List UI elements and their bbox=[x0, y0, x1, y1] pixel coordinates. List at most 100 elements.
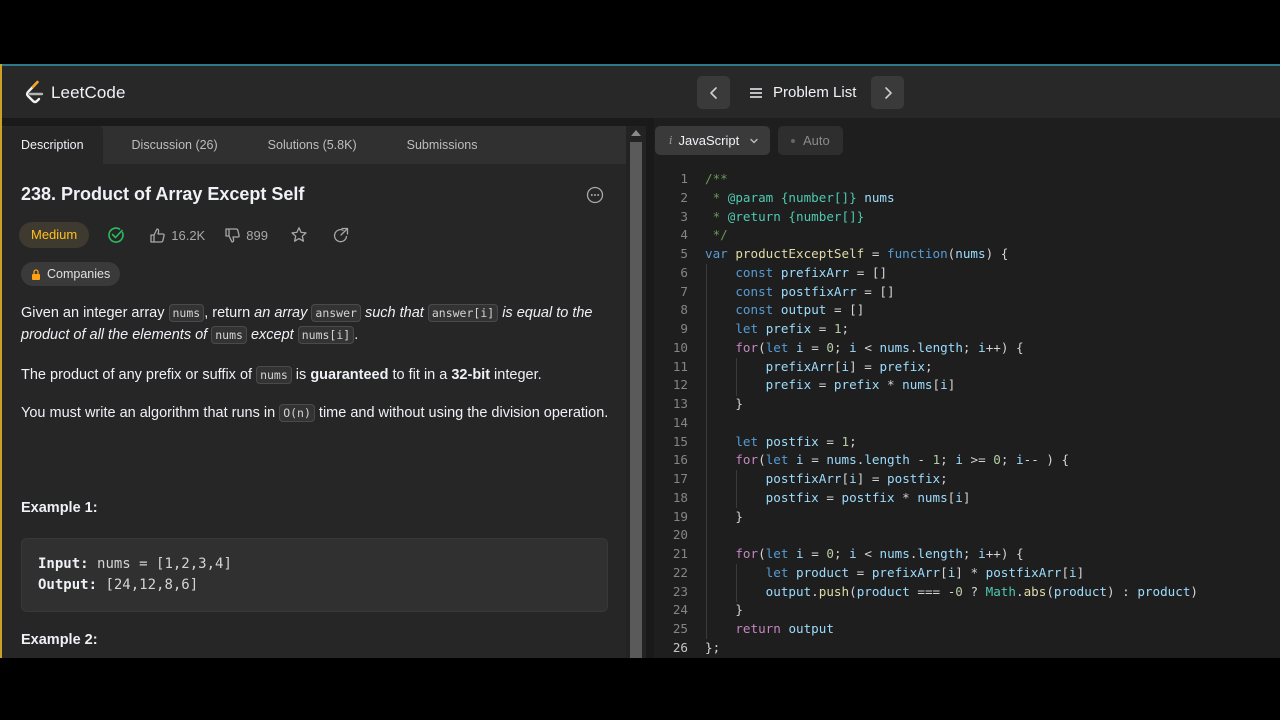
code-line: 2 * @param {number[]} nums bbox=[680, 189, 895, 205]
lock-icon bbox=[32, 268, 40, 280]
code-line: 9 let prefix = 1; bbox=[680, 321, 850, 336]
text: You must write an algorithm that runs in bbox=[21, 405, 280, 421]
problem-list-label: Problem List bbox=[773, 84, 857, 101]
code-line: 13 } bbox=[672, 396, 743, 411]
tab-bar: Description Discussion (26) Solutions (5… bbox=[2, 126, 626, 164]
chevron-left-icon bbox=[709, 86, 717, 99]
inline-code: answer bbox=[311, 304, 361, 322]
like-count: 16.2K bbox=[171, 227, 206, 243]
companies-button[interactable]: Companies bbox=[21, 262, 121, 286]
difficulty-badge: Medium bbox=[19, 222, 90, 248]
inline-code: answer[i] bbox=[427, 304, 499, 322]
inline-code: O(n) bbox=[279, 404, 315, 422]
description-paragraph-2: The product of any prefix or suffix of n… bbox=[21, 364, 611, 386]
auto-mode-label: Auto bbox=[803, 133, 830, 148]
brand-name: LeetCode bbox=[51, 83, 126, 102]
text: is bbox=[291, 367, 311, 383]
example-input-row: Input: nums = [1,2,3,4] bbox=[38, 554, 591, 575]
code-line: 11 prefixArr[i] = prefix; bbox=[672, 358, 933, 374]
example-1-title: Example 1: bbox=[21, 500, 98, 516]
auto-mode-button[interactable]: Auto bbox=[778, 126, 843, 155]
code-line: 6 const prefixArr = [] bbox=[680, 264, 888, 280]
example-1-box: Input: nums = [1,2,3,4] Output: [24,12,8… bbox=[21, 538, 608, 612]
inline-code: nums[i] bbox=[297, 326, 355, 344]
text: , return bbox=[204, 305, 255, 321]
code-area[interactable]: 1/** 2 * @param {number[]} nums 3 * @ret… bbox=[654, 170, 1280, 658]
tab-submissions[interactable]: Submissions bbox=[388, 126, 497, 164]
example-input: nums = [1,2,3,4] bbox=[97, 556, 232, 572]
code-line: 4 */ bbox=[680, 227, 728, 243]
left-accent-line bbox=[0, 64, 2, 658]
chevron-right-icon bbox=[884, 86, 892, 99]
code-line: 19 } bbox=[672, 508, 743, 524]
navbar: LeetCode Problem List bbox=[2, 66, 1280, 118]
text: time and without using the division oper… bbox=[314, 405, 609, 421]
logo[interactable]: LeetCode bbox=[24, 80, 126, 106]
example-output: [24,12,8,6] bbox=[105, 577, 199, 593]
scroll-up-arrow-icon[interactable] bbox=[631, 130, 641, 136]
language-label: JavaScript bbox=[678, 133, 740, 148]
code-line: 8 const output = [] bbox=[680, 302, 865, 318]
prev-problem-button[interactable] bbox=[697, 76, 730, 109]
text: to fit in a bbox=[388, 367, 452, 383]
problem-title: 238. Product of Array Except Self bbox=[21, 184, 305, 204]
more-options-icon[interactable] bbox=[586, 186, 604, 204]
description-paragraph-1: Given an integer array nums, return an a… bbox=[21, 302, 611, 346]
inline-code: nums bbox=[256, 366, 292, 384]
code-line: 7 const postfixArr = [] bbox=[680, 283, 895, 299]
thumbs-up-icon bbox=[150, 227, 166, 243]
code-editor-panel: i JavaScript Auto 1/** 2 * @param {numbe… bbox=[654, 118, 1280, 658]
code-line: 3 * @return {number[]} bbox=[680, 208, 865, 224]
thumbs-down-icon bbox=[225, 227, 241, 243]
tab-discussion[interactable]: Discussion (26) bbox=[113, 126, 237, 164]
description-paragraph-3: You must write an algorithm that runs in… bbox=[21, 402, 611, 424]
bold-text: 32-bit bbox=[451, 367, 491, 383]
language-select[interactable]: i JavaScript bbox=[655, 126, 771, 155]
scroll-thumb[interactable] bbox=[630, 142, 642, 658]
output-label: Output: bbox=[38, 577, 98, 593]
code-line: 22 let product = prefixArr[i] * postfixA… bbox=[672, 564, 1085, 580]
editor-toolbar: i JavaScript Auto bbox=[654, 118, 1280, 164]
code-line: 1/** bbox=[680, 171, 728, 186]
code-line: 12 prefix = prefix * nums[i] bbox=[672, 377, 956, 393]
chevron-down-icon bbox=[750, 138, 758, 143]
problem-meta: Medium 16.2K 899 bbox=[19, 222, 349, 248]
problem-list-button[interactable]: Problem List bbox=[749, 76, 856, 109]
companies-label: Companies bbox=[47, 267, 111, 281]
dislike-count: 899 bbox=[246, 227, 268, 243]
example-output-row: Output: [24,12,8,6] bbox=[38, 575, 591, 596]
description-scrollbar[interactable] bbox=[626, 126, 646, 658]
app-window: LeetCode Problem List Description Discus… bbox=[0, 64, 1280, 658]
current-line-number: 26 bbox=[672, 639, 688, 655]
tab-solutions[interactable]: Solutions (5.8K) bbox=[249, 126, 376, 164]
code-line: 5 var productExceptSelf = function(nums) … bbox=[680, 246, 1009, 261]
list-icon bbox=[750, 87, 762, 98]
dislike-button[interactable]: 899 bbox=[224, 227, 268, 244]
input-label: Input: bbox=[38, 556, 89, 572]
code-line: 18 postfix = postfix * nums[i] bbox=[672, 489, 971, 505]
code-line: 17 postfixArr[i] = postfix; bbox=[672, 471, 948, 486]
code-line: 10 for(let i = 0; i < nums.length; i++) … bbox=[672, 339, 1024, 355]
text: The product of any prefix or suffix of bbox=[21, 367, 257, 383]
text: integer. bbox=[490, 367, 542, 383]
tab-description[interactable]: Description bbox=[2, 126, 103, 164]
emphasis-text: an array bbox=[254, 305, 308, 321]
panel-resize-handle[interactable] bbox=[646, 126, 654, 658]
code-line: 25 return output bbox=[672, 621, 834, 636]
code-line: 16 for(let i = nums.length - 1; i >= 0; … bbox=[672, 452, 1070, 468]
info-icon: i bbox=[669, 134, 673, 147]
text: Given an integer array bbox=[21, 305, 169, 321]
emphasis-text: except bbox=[250, 327, 294, 343]
share-icon[interactable] bbox=[332, 227, 349, 244]
emphasis-text: such that bbox=[364, 305, 424, 321]
description-panel: Description Discussion (26) Solutions (5… bbox=[2, 126, 626, 658]
next-problem-button[interactable] bbox=[871, 76, 904, 109]
code-line: 20 bbox=[672, 527, 688, 543]
star-icon[interactable] bbox=[290, 226, 308, 244]
code-line: 14 bbox=[672, 414, 688, 430]
inline-code: nums bbox=[168, 304, 205, 322]
code-line: 15 let postfix = 1; bbox=[672, 433, 857, 449]
bold-text: guaranteed bbox=[310, 367, 389, 383]
text: . bbox=[354, 327, 359, 343]
like-button[interactable]: 16.2K bbox=[149, 227, 205, 244]
